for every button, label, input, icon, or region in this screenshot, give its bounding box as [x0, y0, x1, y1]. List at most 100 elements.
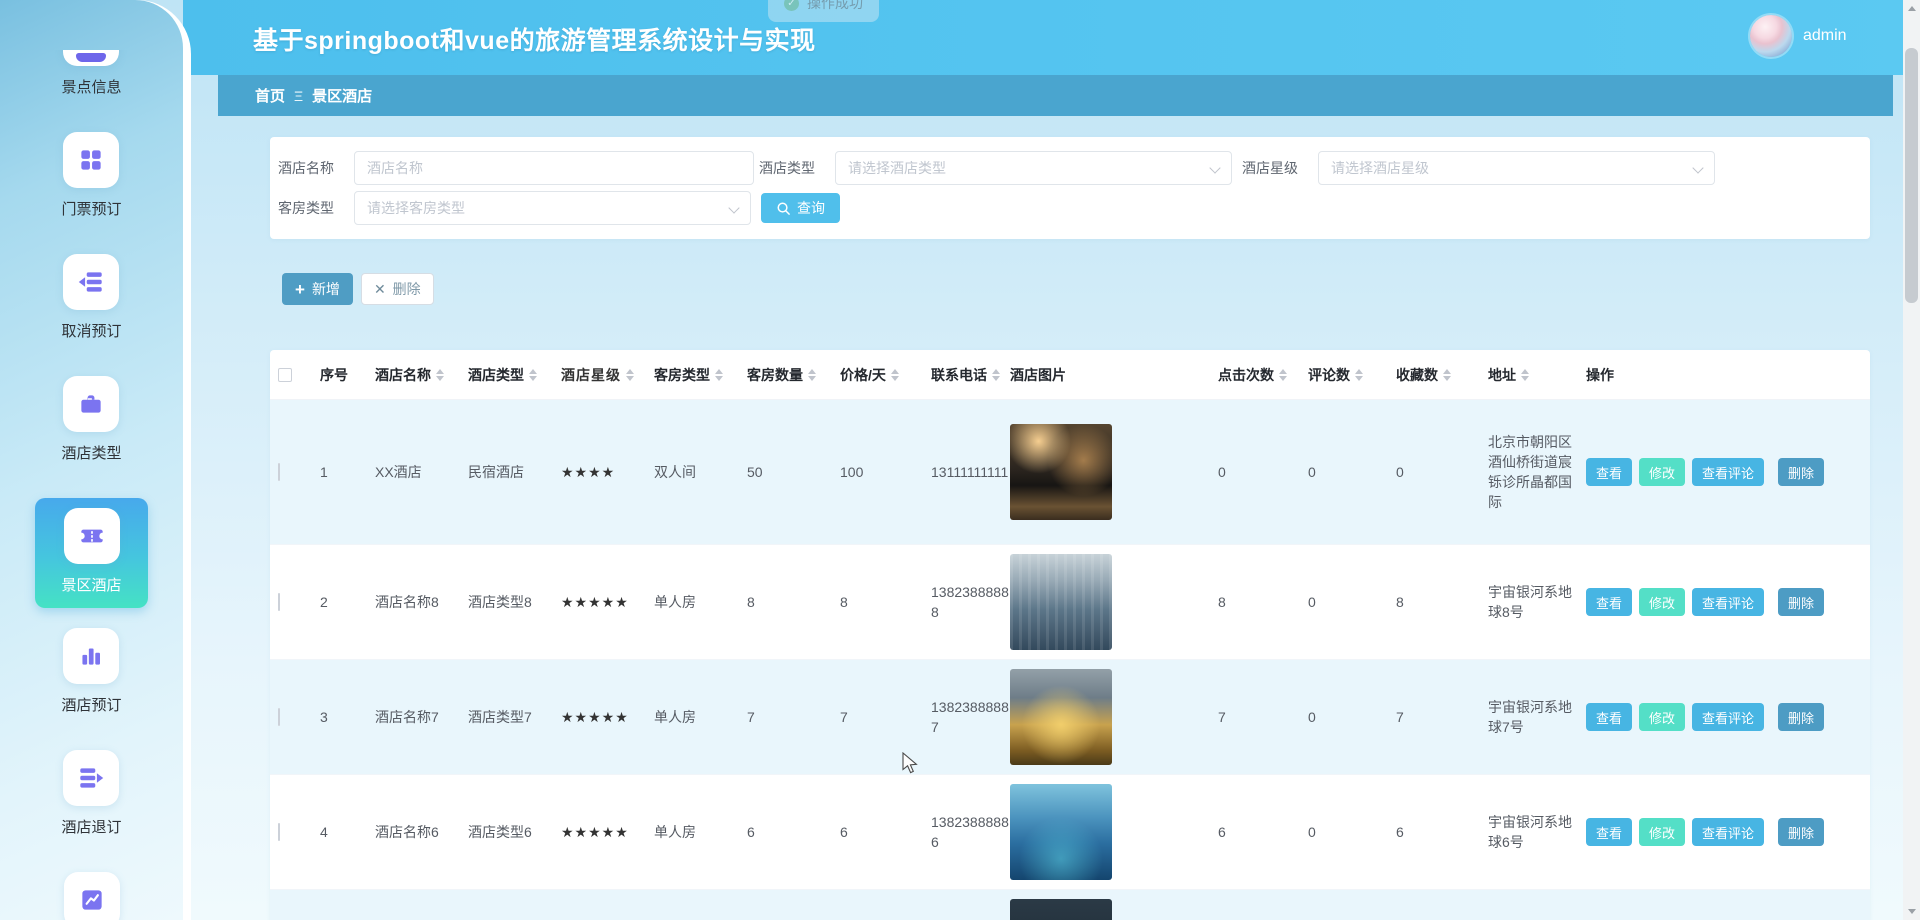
edit-button[interactable]: 修改 — [1639, 588, 1685, 616]
sidebar-item-ticket-booking[interactable]: 门票预订 — [61, 132, 121, 220]
actions-cell: 查看修改查看评论删除 — [1576, 703, 1870, 731]
sidebar-item-label: 酒店退订 — [61, 817, 121, 838]
search-button-label: 查询 — [797, 198, 825, 218]
view-comments-button[interactable]: 查看评论 — [1692, 458, 1764, 486]
hotel-type-select[interactable]: 请选择酒店类型 — [835, 151, 1232, 185]
column-header[interactable]: 评论数 — [1298, 365, 1386, 385]
scrollbar-thumb[interactable] — [1905, 48, 1918, 303]
sort-caret-icon[interactable] — [891, 369, 899, 381]
sort-caret-icon[interactable] — [626, 369, 634, 381]
index-cell: 4 — [310, 822, 365, 842]
actions-cell: 查看修改查看评论删除 — [1576, 588, 1870, 616]
scrollbar[interactable] — [1903, 0, 1920, 920]
sidebar-item-hotel-unbooking[interactable]: 酒店退订 — [61, 750, 121, 838]
comments-count-cell: 0 — [1298, 462, 1386, 482]
hotel-star-select[interactable]: 请选择酒店星级 — [1318, 151, 1715, 185]
table-row: 4酒店名称6酒店类型6★★★★★单人房6613823888886606宇宙银河系… — [270, 775, 1870, 890]
sidebar-item-scenic-info[interactable]: 景点信息 — [61, 50, 121, 98]
column-header[interactable]: 收藏数 — [1386, 365, 1478, 385]
favorites-cell: 7 — [1386, 707, 1478, 727]
breadcrumb-current: 景区酒店 — [312, 85, 372, 106]
column-header-label: 序号 — [320, 365, 348, 385]
hotel-name-input[interactable] — [354, 151, 754, 185]
view-comments-button[interactable]: 查看评论 — [1692, 588, 1764, 616]
hotel-type-icon — [63, 376, 119, 432]
view-comments-button[interactable]: 查看评论 — [1692, 818, 1764, 846]
column-header[interactable]: 酒店名称 — [365, 365, 458, 385]
address-cell: 北京市朝阳区酒仙桥街道宸铄诊所晶都国际 — [1478, 432, 1576, 512]
delete-row-button[interactable]: 删除 — [1778, 703, 1824, 731]
column-header[interactable]: 酒店星级 — [551, 365, 644, 385]
hotel-type-group: 酒店类型 请选择酒店类型 — [759, 151, 1232, 185]
room-type-select[interactable]: 请选择客房类型 — [354, 191, 751, 225]
sidebar-item-label: 酒店类型 — [61, 443, 121, 464]
delete-row-button[interactable]: 删除 — [1778, 458, 1824, 486]
sort-caret-icon[interactable] — [808, 369, 816, 381]
column-header: 序号 — [310, 365, 365, 385]
search-button[interactable]: 查询 — [761, 193, 840, 223]
column-header[interactable]: 点击次数 — [1208, 365, 1298, 385]
view-button[interactable]: 查看 — [1586, 703, 1632, 731]
select-all-checkbox[interactable] — [278, 368, 292, 382]
row-checkbox[interactable] — [278, 708, 280, 726]
sort-caret-icon[interactable] — [1521, 369, 1529, 381]
column-header[interactable]: 客房类型 — [644, 365, 737, 385]
hotel-image[interactable] — [1010, 554, 1112, 650]
search-icon — [776, 201, 791, 216]
user-menu[interactable]: admin — [1750, 15, 1847, 57]
sidebar-item-stats[interactable] — [64, 872, 120, 920]
sort-caret-icon[interactable] — [1443, 369, 1451, 381]
hotel-image-cell — [1010, 784, 1208, 880]
view-comments-button[interactable]: 查看评论 — [1692, 703, 1764, 731]
view-button[interactable]: 查看 — [1586, 458, 1632, 486]
favorites-cell: 6 — [1386, 822, 1478, 842]
column-header[interactable]: 酒店类型 — [458, 365, 551, 385]
hotel-image[interactable] — [1010, 669, 1112, 765]
sort-caret-icon[interactable] — [436, 369, 444, 381]
price-cell: 6 — [830, 822, 921, 842]
sort-caret-icon[interactable] — [529, 369, 537, 381]
toast-message: ✓ 操作成功 — [768, 0, 879, 22]
hotel-image[interactable] — [1010, 899, 1112, 920]
topbar: 基于springboot和vue的旅游管理系统设计与实现 ✓ 操作成功 admi… — [183, 0, 1920, 75]
delete-row-button[interactable]: 删除 — [1778, 588, 1824, 616]
edit-button[interactable]: 修改 — [1639, 458, 1685, 486]
table-row — [270, 890, 1870, 920]
row-checkbox[interactable] — [278, 463, 280, 481]
avatar[interactable] — [1750, 15, 1792, 57]
hotel-image[interactable] — [1010, 784, 1112, 880]
column-header[interactable]: 联系电话 — [921, 365, 1010, 385]
hotel-image[interactable] — [1010, 424, 1112, 520]
column-header: 操作 — [1576, 365, 1870, 385]
view-button[interactable]: 查看 — [1586, 818, 1632, 846]
table-body: 1XX酒店民宿酒店★★★★双人间5010013111111111000北京市朝阳… — [270, 400, 1870, 920]
sort-caret-icon[interactable] — [992, 369, 1000, 381]
sidebar-item-hotel-booking[interactable]: 酒店预订 — [61, 628, 121, 716]
row-checkbox[interactable] — [278, 823, 280, 841]
sort-caret-icon[interactable] — [1279, 369, 1287, 381]
column-header-label: 地址 — [1488, 365, 1516, 385]
row-checkbox[interactable] — [278, 593, 280, 611]
column-header-label: 价格/天 — [840, 365, 886, 385]
edit-button[interactable]: 修改 — [1639, 818, 1685, 846]
scroll-up-button[interactable] — [1903, 0, 1920, 17]
sidebar-item-cancel-booking[interactable]: 取消预订 — [61, 254, 121, 342]
price-cell: 100 — [830, 462, 921, 482]
sort-caret-icon[interactable] — [1355, 369, 1363, 381]
column-header[interactable]: 价格/天 — [830, 365, 921, 385]
view-button[interactable]: 查看 — [1586, 588, 1632, 616]
chevron-down-icon — [1209, 162, 1220, 173]
sidebar-item-hotel-type[interactable]: 酒店类型 — [61, 376, 121, 464]
delete-row-button[interactable]: 删除 — [1778, 818, 1824, 846]
sidebar-item-scenic-hotel[interactable]: 景区酒店 — [35, 498, 148, 608]
sort-caret-icon[interactable] — [715, 369, 723, 381]
column-header[interactable]: 客房数量 — [737, 365, 830, 385]
add-button[interactable]: + 新增 — [282, 273, 353, 305]
edit-button[interactable]: 修改 — [1639, 703, 1685, 731]
delete-button[interactable]: ✕ 删除 — [361, 273, 434, 305]
sidebar-item-label: 景点信息 — [61, 77, 121, 98]
breadcrumb-home[interactable]: 首页 — [255, 85, 285, 106]
column-header[interactable]: 地址 — [1478, 365, 1576, 385]
room-count-cell: 7 — [737, 707, 830, 727]
scroll-down-button[interactable] — [1903, 903, 1920, 920]
